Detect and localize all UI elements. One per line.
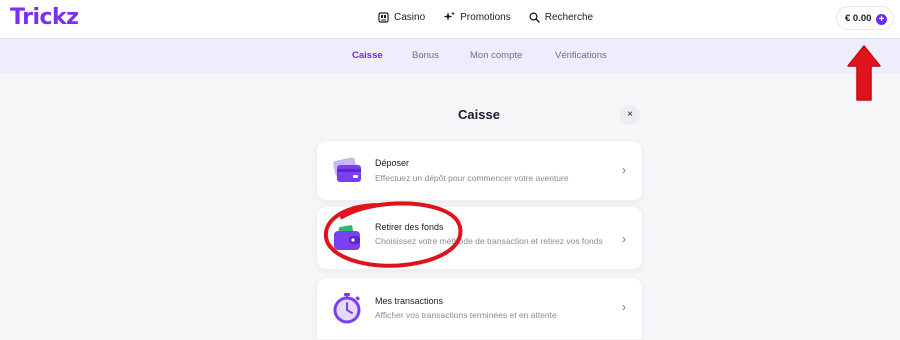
chevron-right-icon: ›: [622, 232, 626, 246]
top-nav: Casino Promotions Recherche: [378, 11, 611, 23]
top-header: Trickz Casino Promotions Recherche € 0.0…: [0, 0, 900, 38]
page-title: Caisse: [458, 107, 500, 122]
annotation-arrow-icon: [847, 45, 881, 101]
casino-icon: [378, 11, 389, 23]
tab-caisse[interactable]: Caisse: [352, 50, 383, 61]
card-deposit[interactable]: Déposer Effectuez un dépôt pour commence…: [316, 140, 643, 201]
logo[interactable]: Trickz: [10, 5, 79, 30]
nav-search-label: Recherche: [544, 11, 594, 23]
tab-bonus[interactable]: Bonus: [412, 50, 439, 61]
tab-mon-compte[interactable]: Mon compte: [470, 50, 522, 61]
card-transactions-description: Afficher vos transactions terminées et e…: [375, 310, 557, 320]
balance-amount: € 0.00: [845, 12, 872, 24]
close-button[interactable]: ×: [620, 105, 640, 125]
nav-promotions[interactable]: Promotions: [443, 11, 511, 23]
tab-verifications[interactable]: Vérifications: [555, 50, 607, 61]
nav-promotions-label: Promotions: [460, 11, 511, 23]
chevron-right-icon: ›: [622, 300, 626, 314]
annotation-circle-icon: [323, 201, 463, 268]
card-transactions[interactable]: Mes transactions Afficher vos transactio…: [316, 277, 643, 340]
card-deposit-title: Déposer: [375, 158, 410, 168]
chevron-right-icon: ›: [622, 163, 626, 177]
nav-casino[interactable]: Casino: [378, 12, 425, 23]
balance-button[interactable]: € 0.00 +: [836, 6, 894, 30]
credit-card-icon: [333, 157, 361, 182]
account-subnav: Caisse Bonus Mon compte Vérifications: [0, 38, 900, 73]
add-funds-icon[interactable]: +: [876, 14, 887, 25]
nav-casino-label: Casino: [394, 11, 426, 23]
search-icon: [529, 11, 540, 23]
nav-search[interactable]: Recherche: [529, 12, 593, 23]
sparkle-icon: [443, 11, 456, 21]
stopwatch-icon: [333, 293, 361, 324]
card-transactions-title: Mes transactions: [375, 296, 444, 306]
card-deposit-description: Effectuez un dépôt pour commencer votre …: [375, 173, 569, 183]
